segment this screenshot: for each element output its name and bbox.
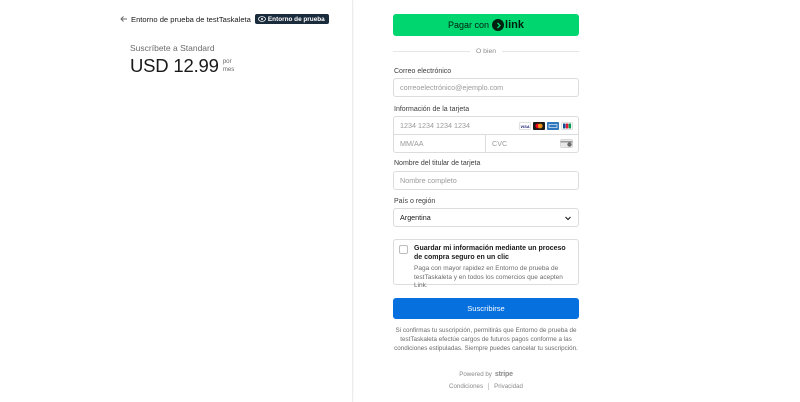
subscribe-button-label: Suscribirse <box>467 304 505 313</box>
visa-icon: VISA <box>519 122 531 130</box>
email-label: Correo electrónico <box>394 68 452 75</box>
card-info-group: VISA <box>393 116 579 153</box>
pay-with-link-label: Pagar con <box>448 20 490 30</box>
stripe-logo: stripe <box>494 371 513 378</box>
card-cvc-wrapper <box>486 135 578 152</box>
sandbox-badge: Entorno de prueba <box>254 14 329 24</box>
link-logo-text: link <box>505 19 524 31</box>
billing-interval-line1: por <box>222 58 232 65</box>
or-divider: O bien <box>393 46 579 56</box>
privacy-link[interactable]: Privacidad <box>494 383 523 390</box>
card-expiry-field[interactable] <box>400 139 485 148</box>
card-info-label: Información de la tarjeta <box>394 106 470 113</box>
link-logo: link <box>492 19 524 31</box>
divider-line-left <box>393 50 470 52</box>
or-divider-text: O bien <box>475 47 497 55</box>
powered-by-stripe[interactable]: Powered by stripe <box>393 371 579 378</box>
chevron-down-icon <box>565 216 571 221</box>
mastercard-icon <box>533 122 545 130</box>
cardholder-field-wrapper <box>393 171 579 190</box>
billing-interval: por mes <box>223 58 235 73</box>
link-arrow-icon <box>492 19 505 31</box>
sandbox-badge-label: Entorno de prueba <box>267 15 325 23</box>
amex-icon <box>547 122 559 130</box>
card-brands: VISA <box>517 122 573 130</box>
card-number-wrapper: VISA <box>394 117 578 135</box>
pay-with-link-button[interactable]: Pagar con link <box>393 14 579 36</box>
subscribe-button[interactable]: Suscribirse <box>393 298 579 319</box>
country-select-value: Argentina <box>400 213 431 222</box>
cvc-card-icon <box>560 139 573 148</box>
save-info-checkbox[interactable] <box>399 245 408 254</box>
jcb-icon <box>561 122 573 130</box>
subscription-plan-label: Suscríbete a Standard <box>130 43 215 53</box>
price-amount: USD 12.99 <box>130 55 219 76</box>
country-label: País o región <box>394 198 436 205</box>
eye-icon <box>258 16 266 22</box>
email-field[interactable] <box>400 83 578 92</box>
arrow-left-icon[interactable] <box>119 14 129 24</box>
billing-interval-line2: mes <box>222 65 235 73</box>
divider-line-right <box>502 50 579 52</box>
cardholder-label: Nombre del titular de tarjeta <box>394 160 481 167</box>
footer-links: Condiciones Privacidad <box>393 383 579 390</box>
price-row: USD 12.99 por mes <box>130 55 234 77</box>
email-field-wrapper <box>393 78 579 97</box>
cardholder-name-field[interactable] <box>400 176 578 185</box>
footer-separator <box>488 383 490 390</box>
merchant-name[interactable]: Entorno de prueba de testTaskaleta <box>131 15 251 24</box>
back-link[interactable]: Entorno de prueba de testTaskaleta Entor… <box>119 13 329 25</box>
save-info-box: Guardar mi información mediante un proce… <box>393 239 579 289</box>
legal-text: Si confirmas tu suscripción, permitirás … <box>394 327 578 352</box>
card-expiry-wrapper <box>394 135 486 152</box>
country-select[interactable]: Argentina <box>393 208 579 227</box>
save-info-title: Guardar mi información mediante un proce… <box>414 245 566 261</box>
order-summary-panel: Entorno de prueba de testTaskaleta Entor… <box>0 0 353 402</box>
terms-link[interactable]: Condiciones <box>449 383 483 390</box>
save-info-description: Paga con mayor rapidez en Entorno de pru… <box>414 265 563 290</box>
powered-by-label: Powered by <box>459 371 492 378</box>
